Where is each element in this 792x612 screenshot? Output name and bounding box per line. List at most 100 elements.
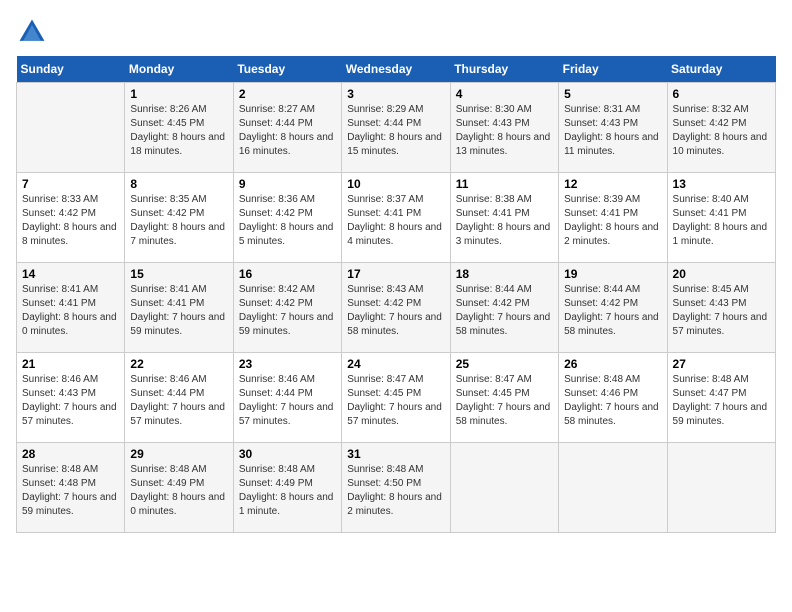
day-number: 15 — [130, 267, 227, 281]
day-cell: 20 Sunrise: 8:45 AM Sunset: 4:43 PM Dayli… — [667, 263, 775, 353]
day-info: Sunrise: 8:39 AM Sunset: 4:41 PM Dayligh… — [564, 193, 661, 249]
day-cell: 30 Sunrise: 8:48 AM Sunset: 4:49 PM Dayli… — [233, 443, 341, 533]
day-info: Sunrise: 8:48 AM Sunset: 4:50 PM Dayligh… — [347, 463, 444, 519]
day-cell: 16 Sunrise: 8:42 AM Sunset: 4:42 PM Dayli… — [233, 263, 341, 353]
day-number: 28 — [22, 447, 119, 461]
logo — [16, 16, 52, 48]
day-info: Sunrise: 8:40 AM Sunset: 4:41 PM Dayligh… — [673, 193, 770, 249]
day-number: 21 — [22, 357, 119, 371]
day-info: Sunrise: 8:30 AM Sunset: 4:43 PM Dayligh… — [456, 103, 553, 159]
day-info: Sunrise: 8:46 AM Sunset: 4:44 PM Dayligh… — [130, 373, 227, 429]
day-info: Sunrise: 8:45 AM Sunset: 4:43 PM Dayligh… — [673, 283, 770, 339]
day-cell: 14 Sunrise: 8:41 AM Sunset: 4:41 PM Dayli… — [17, 263, 125, 353]
calendar-table: SundayMondayTuesdayWednesdayThursdayFrid… — [16, 56, 776, 533]
day-number: 26 — [564, 357, 661, 371]
day-info: Sunrise: 8:41 AM Sunset: 4:41 PM Dayligh… — [22, 283, 119, 339]
weekday-header-friday: Friday — [559, 56, 667, 83]
day-info: Sunrise: 8:44 AM Sunset: 4:42 PM Dayligh… — [564, 283, 661, 339]
day-cell: 15 Sunrise: 8:41 AM Sunset: 4:41 PM Dayli… — [125, 263, 233, 353]
day-number: 17 — [347, 267, 444, 281]
day-cell: 29 Sunrise: 8:48 AM Sunset: 4:49 PM Dayli… — [125, 443, 233, 533]
day-cell: 13 Sunrise: 8:40 AM Sunset: 4:41 PM Dayli… — [667, 173, 775, 263]
weekday-header-monday: Monday — [125, 56, 233, 83]
day-number: 23 — [239, 357, 336, 371]
day-cell: 22 Sunrise: 8:46 AM Sunset: 4:44 PM Dayli… — [125, 353, 233, 443]
day-number: 12 — [564, 177, 661, 191]
day-cell — [559, 443, 667, 533]
day-info: Sunrise: 8:46 AM Sunset: 4:43 PM Dayligh… — [22, 373, 119, 429]
day-cell: 12 Sunrise: 8:39 AM Sunset: 4:41 PM Dayli… — [559, 173, 667, 263]
day-cell: 7 Sunrise: 8:33 AM Sunset: 4:42 PM Daylig… — [17, 173, 125, 263]
day-cell: 4Sunrise: 8:30 AM Sunset: 4:43 PM Daylig… — [450, 83, 558, 173]
day-info: Sunrise: 8:41 AM Sunset: 4:41 PM Dayligh… — [130, 283, 227, 339]
day-cell: 26 Sunrise: 8:48 AM Sunset: 4:46 PM Dayli… — [559, 353, 667, 443]
page-header — [16, 16, 776, 48]
weekday-header-row: SundayMondayTuesdayWednesdayThursdayFrid… — [17, 56, 776, 83]
weekday-header-tuesday: Tuesday — [233, 56, 341, 83]
day-cell: 6Sunrise: 8:32 AM Sunset: 4:42 PM Daylig… — [667, 83, 775, 173]
day-cell: 5Sunrise: 8:31 AM Sunset: 4:43 PM Daylig… — [559, 83, 667, 173]
day-cell: 9 Sunrise: 8:36 AM Sunset: 4:42 PM Daylig… — [233, 173, 341, 263]
day-number: 3 — [347, 87, 444, 101]
day-cell: 21 Sunrise: 8:46 AM Sunset: 4:43 PM Dayli… — [17, 353, 125, 443]
day-number: 29 — [130, 447, 227, 461]
day-number: 30 — [239, 447, 336, 461]
day-cell — [17, 83, 125, 173]
day-info: Sunrise: 8:48 AM Sunset: 4:49 PM Dayligh… — [239, 463, 336, 519]
day-info: Sunrise: 8:36 AM Sunset: 4:42 PM Dayligh… — [239, 193, 336, 249]
day-number: 18 — [456, 267, 553, 281]
day-number: 19 — [564, 267, 661, 281]
day-number: 10 — [347, 177, 444, 191]
day-number: 20 — [673, 267, 770, 281]
day-info: Sunrise: 8:47 AM Sunset: 4:45 PM Dayligh… — [456, 373, 553, 429]
day-cell: 1Sunrise: 8:26 AM Sunset: 4:45 PM Daylig… — [125, 83, 233, 173]
day-number: 16 — [239, 267, 336, 281]
week-row-3: 14 Sunrise: 8:41 AM Sunset: 4:41 PM Dayli… — [17, 263, 776, 353]
day-number: 7 — [22, 177, 119, 191]
week-row-2: 7 Sunrise: 8:33 AM Sunset: 4:42 PM Daylig… — [17, 173, 776, 263]
day-cell — [450, 443, 558, 533]
day-number: 25 — [456, 357, 553, 371]
day-info: Sunrise: 8:27 AM Sunset: 4:44 PM Dayligh… — [239, 103, 336, 159]
day-cell: 28 Sunrise: 8:48 AM Sunset: 4:48 PM Dayli… — [17, 443, 125, 533]
day-number: 24 — [347, 357, 444, 371]
day-number: 2 — [239, 87, 336, 101]
day-info: Sunrise: 8:46 AM Sunset: 4:44 PM Dayligh… — [239, 373, 336, 429]
day-cell: 25 Sunrise: 8:47 AM Sunset: 4:45 PM Dayli… — [450, 353, 558, 443]
day-cell: 8Sunrise: 8:35 AM Sunset: 4:42 PM Daylig… — [125, 173, 233, 263]
day-info: Sunrise: 8:48 AM Sunset: 4:48 PM Dayligh… — [22, 463, 119, 519]
weekday-header-wednesday: Wednesday — [342, 56, 450, 83]
day-cell: 11Sunrise: 8:38 AM Sunset: 4:41 PM Dayli… — [450, 173, 558, 263]
day-info: Sunrise: 8:44 AM Sunset: 4:42 PM Dayligh… — [456, 283, 553, 339]
day-number: 8 — [130, 177, 227, 191]
day-cell: 2 Sunrise: 8:27 AM Sunset: 4:44 PM Daylig… — [233, 83, 341, 173]
day-info: Sunrise: 8:48 AM Sunset: 4:46 PM Dayligh… — [564, 373, 661, 429]
day-info: Sunrise: 8:48 AM Sunset: 4:47 PM Dayligh… — [673, 373, 770, 429]
day-number: 14 — [22, 267, 119, 281]
day-info: Sunrise: 8:47 AM Sunset: 4:45 PM Dayligh… — [347, 373, 444, 429]
day-cell: 17 Sunrise: 8:43 AM Sunset: 4:42 PM Dayli… — [342, 263, 450, 353]
week-row-4: 21 Sunrise: 8:46 AM Sunset: 4:43 PM Dayli… — [17, 353, 776, 443]
day-info: Sunrise: 8:42 AM Sunset: 4:42 PM Dayligh… — [239, 283, 336, 339]
day-number: 9 — [239, 177, 336, 191]
day-info: Sunrise: 8:48 AM Sunset: 4:49 PM Dayligh… — [130, 463, 227, 519]
day-number: 22 — [130, 357, 227, 371]
day-number: 27 — [673, 357, 770, 371]
weekday-header-thursday: Thursday — [450, 56, 558, 83]
day-cell: 27 Sunrise: 8:48 AM Sunset: 4:47 PM Dayli… — [667, 353, 775, 443]
day-info: Sunrise: 8:32 AM Sunset: 4:42 PM Dayligh… — [673, 103, 770, 159]
day-cell: 3 Sunrise: 8:29 AM Sunset: 4:44 PM Daylig… — [342, 83, 450, 173]
weekday-header-saturday: Saturday — [667, 56, 775, 83]
day-number: 13 — [673, 177, 770, 191]
day-cell: 18 Sunrise: 8:44 AM Sunset: 4:42 PM Dayli… — [450, 263, 558, 353]
day-cell — [667, 443, 775, 533]
day-info: Sunrise: 8:26 AM Sunset: 4:45 PM Dayligh… — [130, 103, 227, 159]
day-number: 11 — [456, 177, 553, 191]
weekday-header-sunday: Sunday — [17, 56, 125, 83]
day-info: Sunrise: 8:43 AM Sunset: 4:42 PM Dayligh… — [347, 283, 444, 339]
day-cell: 19 Sunrise: 8:44 AM Sunset: 4:42 PM Dayli… — [559, 263, 667, 353]
day-info: Sunrise: 8:33 AM Sunset: 4:42 PM Dayligh… — [22, 193, 119, 249]
day-cell: 23 Sunrise: 8:46 AM Sunset: 4:44 PM Dayli… — [233, 353, 341, 443]
day-info: Sunrise: 8:29 AM Sunset: 4:44 PM Dayligh… — [347, 103, 444, 159]
day-cell: 31Sunrise: 8:48 AM Sunset: 4:50 PM Dayli… — [342, 443, 450, 533]
